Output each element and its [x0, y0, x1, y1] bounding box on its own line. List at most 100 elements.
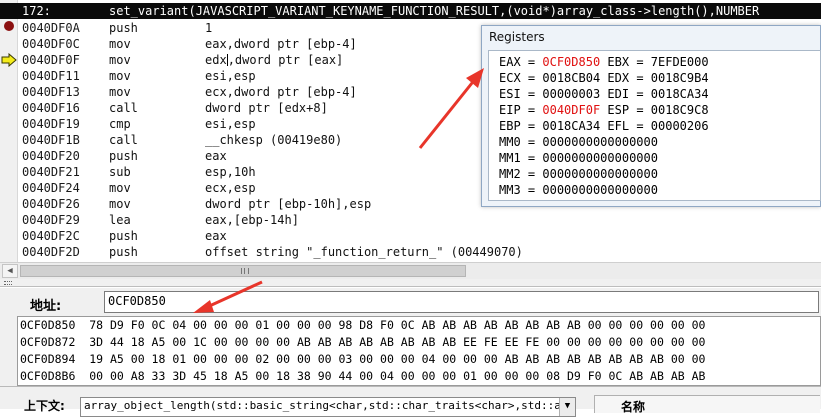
asm-operand: dword ptr [ebp-10h],esp	[205, 197, 372, 211]
chevron-down-icon[interactable]: ▼	[559, 398, 575, 416]
scroll-left-button[interactable]: ◀	[2, 264, 18, 278]
asm-address: 0040DF20	[22, 149, 80, 163]
register-name: MM3	[499, 183, 521, 197]
memory-row[interactable]: 0CF0D8B6 00 00 A8 33 3D 45 18 A5 00 18 3…	[20, 369, 705, 385]
register-name: EFL	[607, 119, 630, 133]
asm-operand: offset string "_function_return_" (00449…	[205, 245, 523, 259]
asm-mnemonic: sub	[109, 165, 131, 179]
asm-operand: ecx,esp	[205, 181, 256, 195]
registers-window[interactable]: Registers EAX = 0CF0D850 EBX = 7EFDE000 …	[481, 25, 821, 207]
register-row[interactable]: ECX = 0018CB04 EDX = 0018C9B4	[499, 71, 709, 87]
register-row[interactable]: MM1 = 0000000000000000	[499, 151, 658, 167]
splitter-grip-icon	[4, 281, 12, 285]
memory-row[interactable]: 0CF0D894 19 A5 00 18 01 00 00 00 02 00 0…	[20, 352, 705, 368]
asm-address: 0040DF0C	[22, 37, 80, 51]
register-name: ESP	[607, 103, 630, 117]
register-value: 0000000000000000	[542, 167, 658, 181]
asm-mnemonic: call	[109, 101, 138, 115]
register-value: 0000000000000000	[542, 151, 658, 165]
asm-operand: eax,[ebp-14h]	[205, 213, 299, 227]
asm-operand: eax	[205, 149, 227, 163]
asm-address: 0040DF13	[22, 85, 80, 99]
asm-address: 0040DF0F	[22, 53, 80, 67]
asm-mnemonic: push	[109, 229, 138, 243]
asm-mnemonic: mov	[109, 197, 131, 211]
asm-address: 0040DF0A	[22, 21, 80, 35]
register-row[interactable]: MM2 = 0000000000000000	[499, 167, 658, 183]
source-line-text: set_variant(JAVASCRIPT_VARIANT_KEYNAME_F…	[109, 4, 760, 18]
asm-mnemonic: push	[109, 245, 138, 259]
register-name: EAX	[499, 55, 521, 69]
breakpoint-icon[interactable]	[4, 21, 14, 31]
memory-row[interactable]: 0CF0D850 78 D9 F0 0C 04 00 00 00 01 00 0…	[20, 318, 705, 334]
asm-address: 0040DF2D	[22, 245, 80, 259]
asm-operand: esi,esp	[205, 69, 256, 83]
register-row[interactable]: EBP = 0018CA34 EFL = 00000206	[499, 119, 709, 135]
asm-operand: esp,10h	[205, 165, 256, 179]
asm-operand: eax	[205, 229, 227, 243]
context-select-value: array_object_length(std::basic_string<ch…	[84, 399, 576, 412]
memory-row[interactable]: 0CF0D872 3D 44 18 A5 00 1C 00 00 00 00 A…	[20, 335, 705, 351]
register-value: 7EFDE000	[650, 55, 709, 69]
register-value: 00000003	[542, 87, 601, 101]
memory-dump-grid[interactable]: 0CF0D850 78 D9 F0 0C 04 00 00 00 01 00 0…	[17, 316, 821, 386]
register-row[interactable]: MM0 = 0000000000000000	[499, 135, 658, 151]
asm-operand: __chkesp (00419e80)	[205, 133, 343, 147]
register-row[interactable]: EAX = 0CF0D850 EBX = 7EFDE000	[499, 55, 709, 71]
asm-operand: dword ptr [edx+8]	[205, 101, 328, 115]
disassembly-horizontal-scrollbar[interactable]: ◀	[0, 262, 821, 279]
register-value: 0000000000000000	[542, 135, 658, 149]
pane-splitter[interactable]	[0, 279, 821, 287]
asm-mnemonic: mov	[109, 53, 131, 67]
register-row[interactable]: MM3 = 0000000000000000	[499, 183, 658, 199]
register-name: ECX	[499, 71, 521, 85]
register-name: ESI	[499, 87, 521, 101]
register-row[interactable]: EIP = 0040DF0F ESP = 0018C9C8	[499, 103, 709, 119]
asm-address: 0040DF19	[22, 117, 80, 131]
asm-address: 0040DF21	[22, 165, 80, 179]
scrollbar-thumb[interactable]	[20, 265, 466, 277]
asm-mnemonic: call	[109, 133, 138, 147]
register-value-changed: 0CF0D850	[542, 55, 601, 69]
asm-mnemonic: cmp	[109, 117, 131, 131]
asm-row[interactable]: 0040DF29 lea eax,[ebp-14h]	[0, 212, 821, 228]
register-value: 00000206	[650, 119, 709, 133]
asm-address: 0040DF16	[22, 101, 80, 115]
asm-operand: edx,dword ptr [eax]	[205, 53, 343, 67]
asm-row[interactable]: 0040DF2D push offset string "_function_r…	[0, 244, 821, 260]
register-name: EDI	[607, 87, 630, 101]
asm-mnemonic: mov	[109, 69, 131, 83]
memory-gutter	[0, 316, 17, 386]
asm-operand: esi,esp	[205, 117, 256, 131]
asm-mnemonic: mov	[109, 181, 131, 195]
asm-operand: eax,dword ptr [ebp-4]	[205, 37, 357, 51]
register-name: MM0	[499, 135, 521, 149]
register-value: 0018CA34	[650, 87, 709, 101]
asm-row[interactable]: 0040DF2C push eax	[0, 228, 821, 244]
asm-address: 0040DF29	[22, 213, 80, 227]
asm-operand-part: edx	[205, 53, 227, 67]
asm-mnemonic: push	[109, 149, 138, 163]
asm-address: 0040DF1B	[22, 133, 80, 147]
source-line-number: 172:	[22, 4, 51, 18]
register-value: 0018C9C8	[650, 103, 709, 117]
register-name: EBP	[499, 119, 521, 133]
asm-address: 0040DF11	[22, 69, 80, 83]
asm-mnemonic: lea	[109, 213, 131, 227]
bottom-panel: 上下文: array_object_length(std::basic_stri…	[0, 386, 821, 417]
asm-address: 0040DF24	[22, 181, 80, 195]
registers-list[interactable]: EAX = 0CF0D850 EBX = 7EFDE000 ECX = 0018…	[488, 50, 821, 201]
register-row[interactable]: ESI = 00000003 EDI = 0018CA34	[499, 87, 709, 103]
name-column-header[interactable]: 名称	[594, 395, 820, 414]
context-label: 上下文:	[24, 399, 65, 413]
source-line-header: 172: set_variant(JAVASCRIPT_VARIANT_KEYN…	[0, 3, 821, 19]
name-column-label: 名称	[621, 400, 646, 414]
address-input[interactable]: 0CF0D850	[104, 291, 819, 313]
asm-mnemonic: push	[109, 21, 138, 35]
address-label: 地址:	[30, 299, 62, 314]
context-select[interactable]: array_object_length(std::basic_string<ch…	[80, 397, 576, 417]
register-name: EDX	[607, 71, 630, 85]
register-value: 0000000000000000	[542, 183, 658, 197]
registers-window-title: Registers	[489, 30, 545, 44]
register-value-changed: 0040DF0F	[542, 103, 601, 117]
